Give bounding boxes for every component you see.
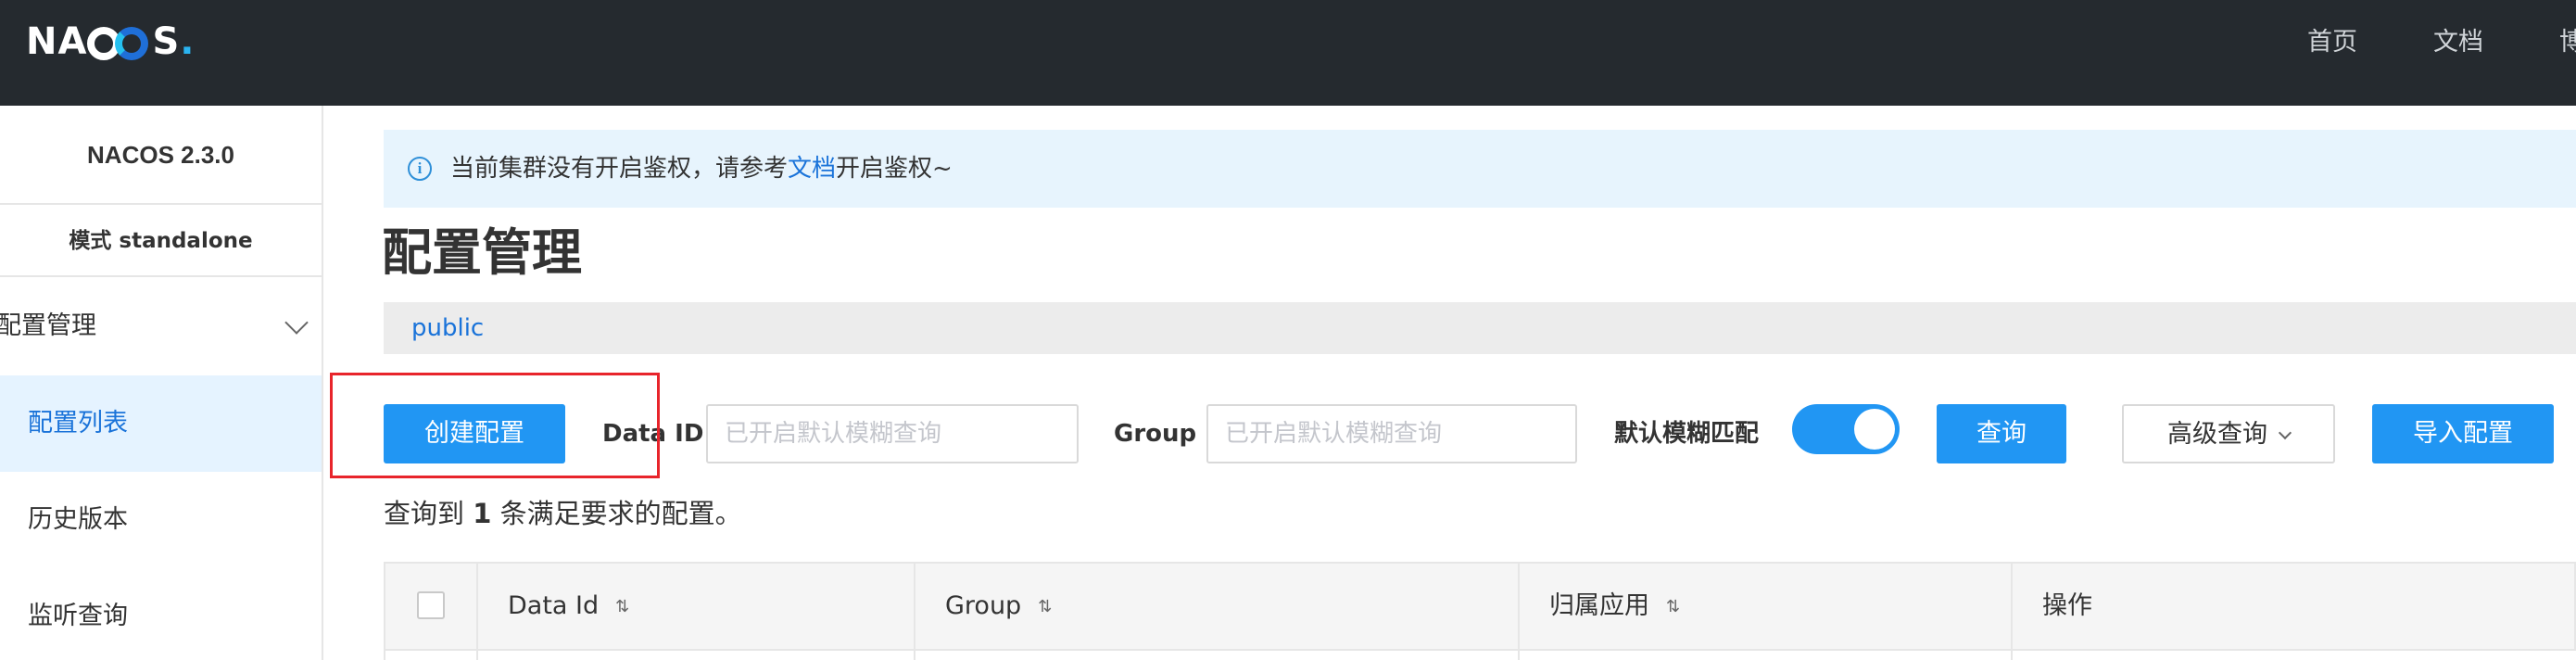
fuzzy-match-label: 默认模糊匹配 [1614,420,1760,448]
result-summary: 查询到 1 条满足要求的配置。 [384,498,742,529]
table-body-edge [384,651,2576,660]
sort-icon[interactable]: ⇅ [615,565,629,650]
data-id-input[interactable] [706,404,1079,463]
sidebar-group-config-management[interactable]: 配置管理 [0,277,322,375]
sidebar-group-label: 配置管理 [0,311,96,340]
select-all-cell [385,564,478,649]
toggle-knob [1854,409,1895,450]
namespace-public[interactable]: public [411,302,484,354]
column-data-id[interactable]: Data Id ⇅ [478,564,915,649]
column-group[interactable]: Group ⇅ [915,564,1520,649]
docs-link[interactable]: 文档 [788,155,836,183]
nav-home[interactable]: 首页 [2307,0,2357,85]
group-label: Group [1114,420,1197,448]
nacos-logo[interactable]: NA S. [26,20,195,63]
import-config-button[interactable]: 导入配置 [2372,404,2554,463]
nav-blog[interactable]: 博 [2559,0,2576,85]
sort-icon[interactable]: ⇅ [1038,565,1052,650]
mode-label: 模式 standalone [0,205,322,277]
select-all-checkbox[interactable] [417,591,445,619]
nav-docs[interactable]: 文档 [2433,0,2483,85]
column-actions: 操作 [2042,591,2092,620]
chevron-down-icon [2278,425,2292,440]
logo-mark [87,27,152,60]
info-icon: i [408,157,432,181]
chevron-down-icon [284,311,309,335]
advanced-query-label: 高级查询 [2167,420,2267,449]
auth-notice: i 当前集群没有开启鉴权，请参考文档开启鉴权~ [384,130,2576,208]
query-button[interactable]: 查询 [1937,404,2066,463]
column-app[interactable]: 归属应用 ⇅ [1520,564,2013,649]
top-header: NA S. 首页 文档 博 [0,0,2576,106]
advanced-query-button[interactable]: 高级查询 [2122,404,2335,463]
sidebar-item-config-list[interactable]: 配置列表 [0,375,322,472]
sidebar-item-listener-query[interactable]: 监听查询 [0,568,322,660]
group-input[interactable] [1206,404,1577,463]
sidebar-item-history[interactable]: 历史版本 [0,472,322,568]
page-title: 配置管理 [382,223,582,282]
version-label: NACOS 2.3.0 [0,106,322,205]
sort-icon[interactable]: ⇅ [1666,565,1680,650]
table-header: Data Id ⇅ Group ⇅ 归属应用 ⇅ 操作 [384,562,2576,651]
notice-text: 当前集群没有开启鉴权，请参考文档开启鉴权~ [450,155,953,183]
fuzzy-match-toggle[interactable] [1792,404,1900,454]
sidebar: NACOS 2.3.0 模式 standalone 配置管理 配置列表 历史版本… [0,106,323,660]
highlight-annotation [330,373,660,478]
namespace-bar: public [384,302,2576,354]
